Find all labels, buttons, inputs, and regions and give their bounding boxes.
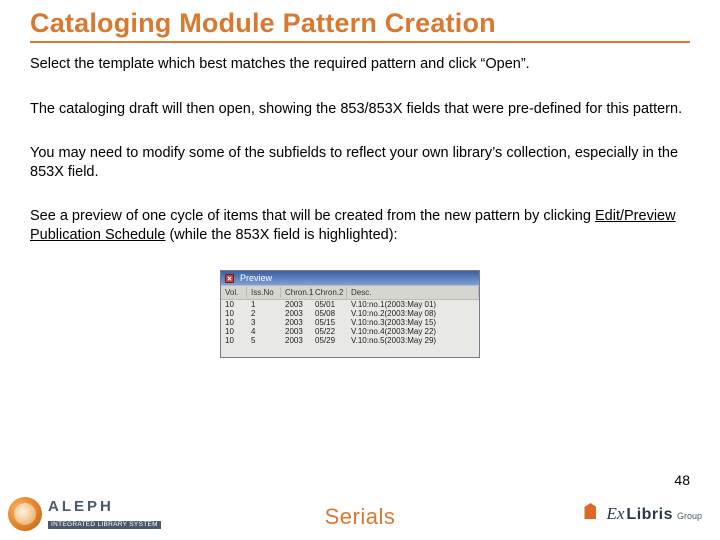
cell: 2003 (281, 300, 311, 309)
cell: V.10:no.3(2003:May 15) (347, 318, 479, 327)
footer-left: ALEPH INTEGRATED LIBRARY SYSTEM (8, 497, 161, 531)
col-issno: Iss.No (247, 287, 281, 298)
exlibris-logo: Ex Libris Group (582, 503, 702, 525)
aleph-logo: ALEPH INTEGRATED LIBRARY SYSTEM (8, 497, 161, 531)
cell: 10 (221, 309, 247, 318)
cell: 10 (221, 327, 247, 336)
cell: 2003 (281, 327, 311, 336)
preview-titlebar: Preview (221, 271, 479, 285)
cell: 10 (221, 318, 247, 327)
table-row: 10 1 2003 05/01 V.10:no.1(2003:May 01) (221, 300, 479, 309)
preview-title-text: Preview (240, 273, 272, 283)
exlibris-ex: Ex (606, 504, 624, 524)
cell: 2003 (281, 336, 311, 345)
cell: 2003 (281, 309, 311, 318)
cell: 2003 (281, 318, 311, 327)
cell: 2 (247, 309, 281, 318)
paragraph-2: The cataloging draft will then open, sho… (30, 100, 690, 119)
paragraph-3: You may need to modify some of the subfi… (30, 144, 690, 181)
slide: Cataloging Module Pattern Creation Selec… (0, 0, 720, 540)
preview-window: Preview Vol. Iss.No Chron.1 Chron.2 Desc… (220, 270, 480, 358)
cell: 05/22 (311, 327, 347, 336)
exlibris-libris: Libris (626, 506, 673, 524)
aleph-icon (8, 497, 42, 531)
page-number: 48 (674, 472, 690, 488)
cell: 3 (247, 318, 281, 327)
close-icon (225, 274, 234, 283)
paragraph-1: Select the template which best matches t… (30, 55, 690, 74)
cell: V.10:no.5(2003:May 29) (347, 336, 479, 345)
table-row: 10 5 2003 05/29 V.10:no.5(2003:May 29) (221, 336, 479, 345)
cell: 05/08 (311, 309, 347, 318)
footer-center: Serials (325, 504, 396, 530)
table-row: 10 4 2003 05/22 V.10:no.4(2003:May 22) (221, 327, 479, 336)
cell: 05/01 (311, 300, 347, 309)
exlibris-text: Ex Libris Group (606, 504, 702, 524)
cell: V.10:no.1(2003:May 01) (347, 300, 479, 309)
aleph-tagline: INTEGRATED LIBRARY SYSTEM (48, 521, 161, 530)
cell: V.10:no.2(2003:May 08) (347, 309, 479, 318)
aleph-name: ALEPH (48, 499, 161, 514)
col-chron1: Chron.1 (281, 287, 311, 298)
cell: 1 (247, 300, 281, 309)
exlibris-icon (582, 503, 600, 525)
exlibris-group: Group (677, 511, 702, 521)
cell: 5 (247, 336, 281, 345)
cell: 10 (221, 300, 247, 309)
preview-header-row: Vol. Iss.No Chron.1 Chron.2 Desc. (221, 285, 479, 300)
col-chron2: Chron.2 (311, 287, 347, 298)
paragraph-4-b: (while the 853X field is highlighted): (165, 227, 397, 243)
col-desc: Desc. (347, 287, 479, 298)
aleph-text: ALEPH INTEGRATED LIBRARY SYSTEM (48, 499, 161, 530)
table-row: 10 3 2003 05/15 V.10:no.3(2003:May 15) (221, 318, 479, 327)
slide-title: Cataloging Module Pattern Creation (30, 8, 690, 43)
footer: ALEPH INTEGRATED LIBRARY SYSTEM Serials … (0, 492, 720, 540)
cell: 4 (247, 327, 281, 336)
cell: 10 (221, 336, 247, 345)
slide-body: Select the template which best matches t… (30, 55, 690, 244)
cell: V.10:no.4(2003:May 22) (347, 327, 479, 336)
col-vol: Vol. (221, 287, 247, 298)
cell: 05/15 (311, 318, 347, 327)
table-row: 10 2 2003 05/08 V.10:no.2(2003:May 08) (221, 309, 479, 318)
paragraph-4: See a preview of one cycle of items that… (30, 207, 690, 244)
cell: 05/29 (311, 336, 347, 345)
paragraph-4-a: See a preview of one cycle of items that… (30, 208, 595, 224)
